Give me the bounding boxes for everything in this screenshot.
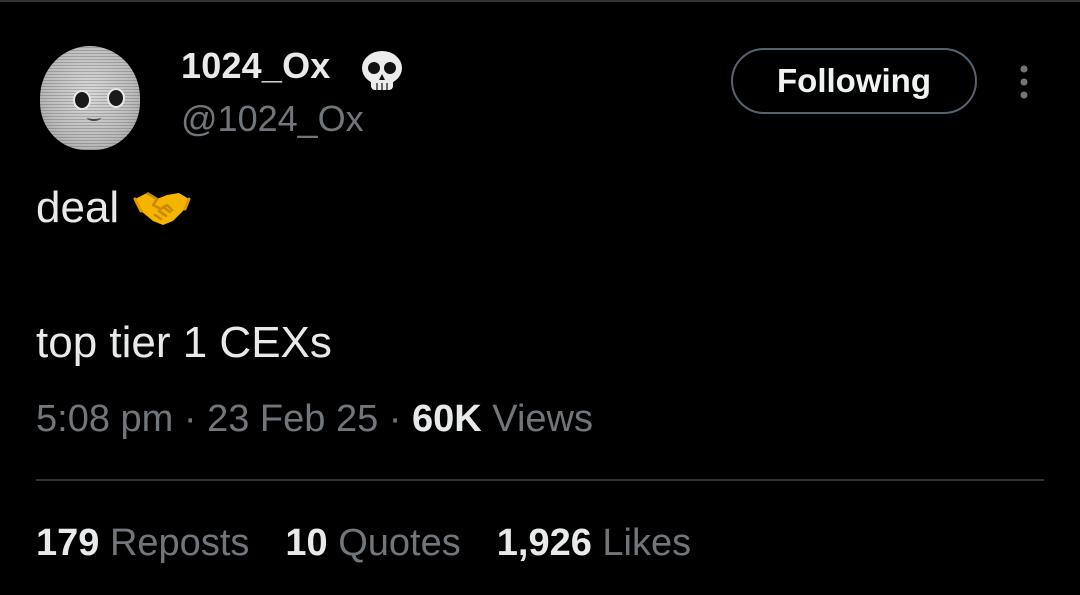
reposts-stat[interactable]: 179 Reposts: [36, 522, 249, 565]
reposts-label: Reposts: [109, 522, 250, 564]
author-display-name[interactable]: 1024_Ox: [181, 45, 331, 87]
author-handle[interactable]: @1024_Ox: [181, 98, 364, 140]
avatar-mouth: [87, 114, 101, 121]
more-vertical-icon[interactable]: [1010, 62, 1038, 102]
quotes-label: Quotes: [338, 522, 461, 564]
likes-label: Likes: [602, 522, 692, 564]
tweet-date[interactable]: 23 Feb 25: [207, 398, 378, 440]
views-label: Views: [492, 398, 593, 440]
engagement-stats: 179 Reposts 10 Quotes 1,926 Likes: [36, 522, 691, 565]
avatar-left-eye: [73, 90, 91, 110]
tweet-text-line2: top tier 1 CEXs: [36, 318, 332, 367]
quotes-count: 10: [285, 522, 328, 564]
skull-icon: [362, 51, 402, 90]
meta-separator: ·: [183, 398, 197, 440]
quotes-stat[interactable]: 10 Quotes: [285, 522, 460, 565]
tweet-time[interactable]: 5:08 pm: [36, 398, 173, 440]
likes-stat[interactable]: 1,926 Likes: [497, 522, 691, 565]
meta-separator-2: ·: [388, 398, 402, 440]
views-count: 60K: [412, 398, 482, 440]
handshake-icon: [133, 191, 191, 225]
reposts-count: 179: [36, 522, 100, 564]
following-button[interactable]: Following: [731, 48, 977, 114]
top-border: [0, 0, 1080, 2]
tweet-text-line1: deal: [36, 183, 191, 233]
divider: [36, 479, 1044, 481]
avatar-right-eye: [107, 88, 125, 108]
likes-count: 1,926: [496, 522, 592, 564]
avatar[interactable]: [40, 46, 140, 150]
tweet-meta: 5:08 pm · 23 Feb 25 · 60K Views: [36, 398, 593, 441]
tweet-text-deal: deal: [36, 183, 120, 232]
